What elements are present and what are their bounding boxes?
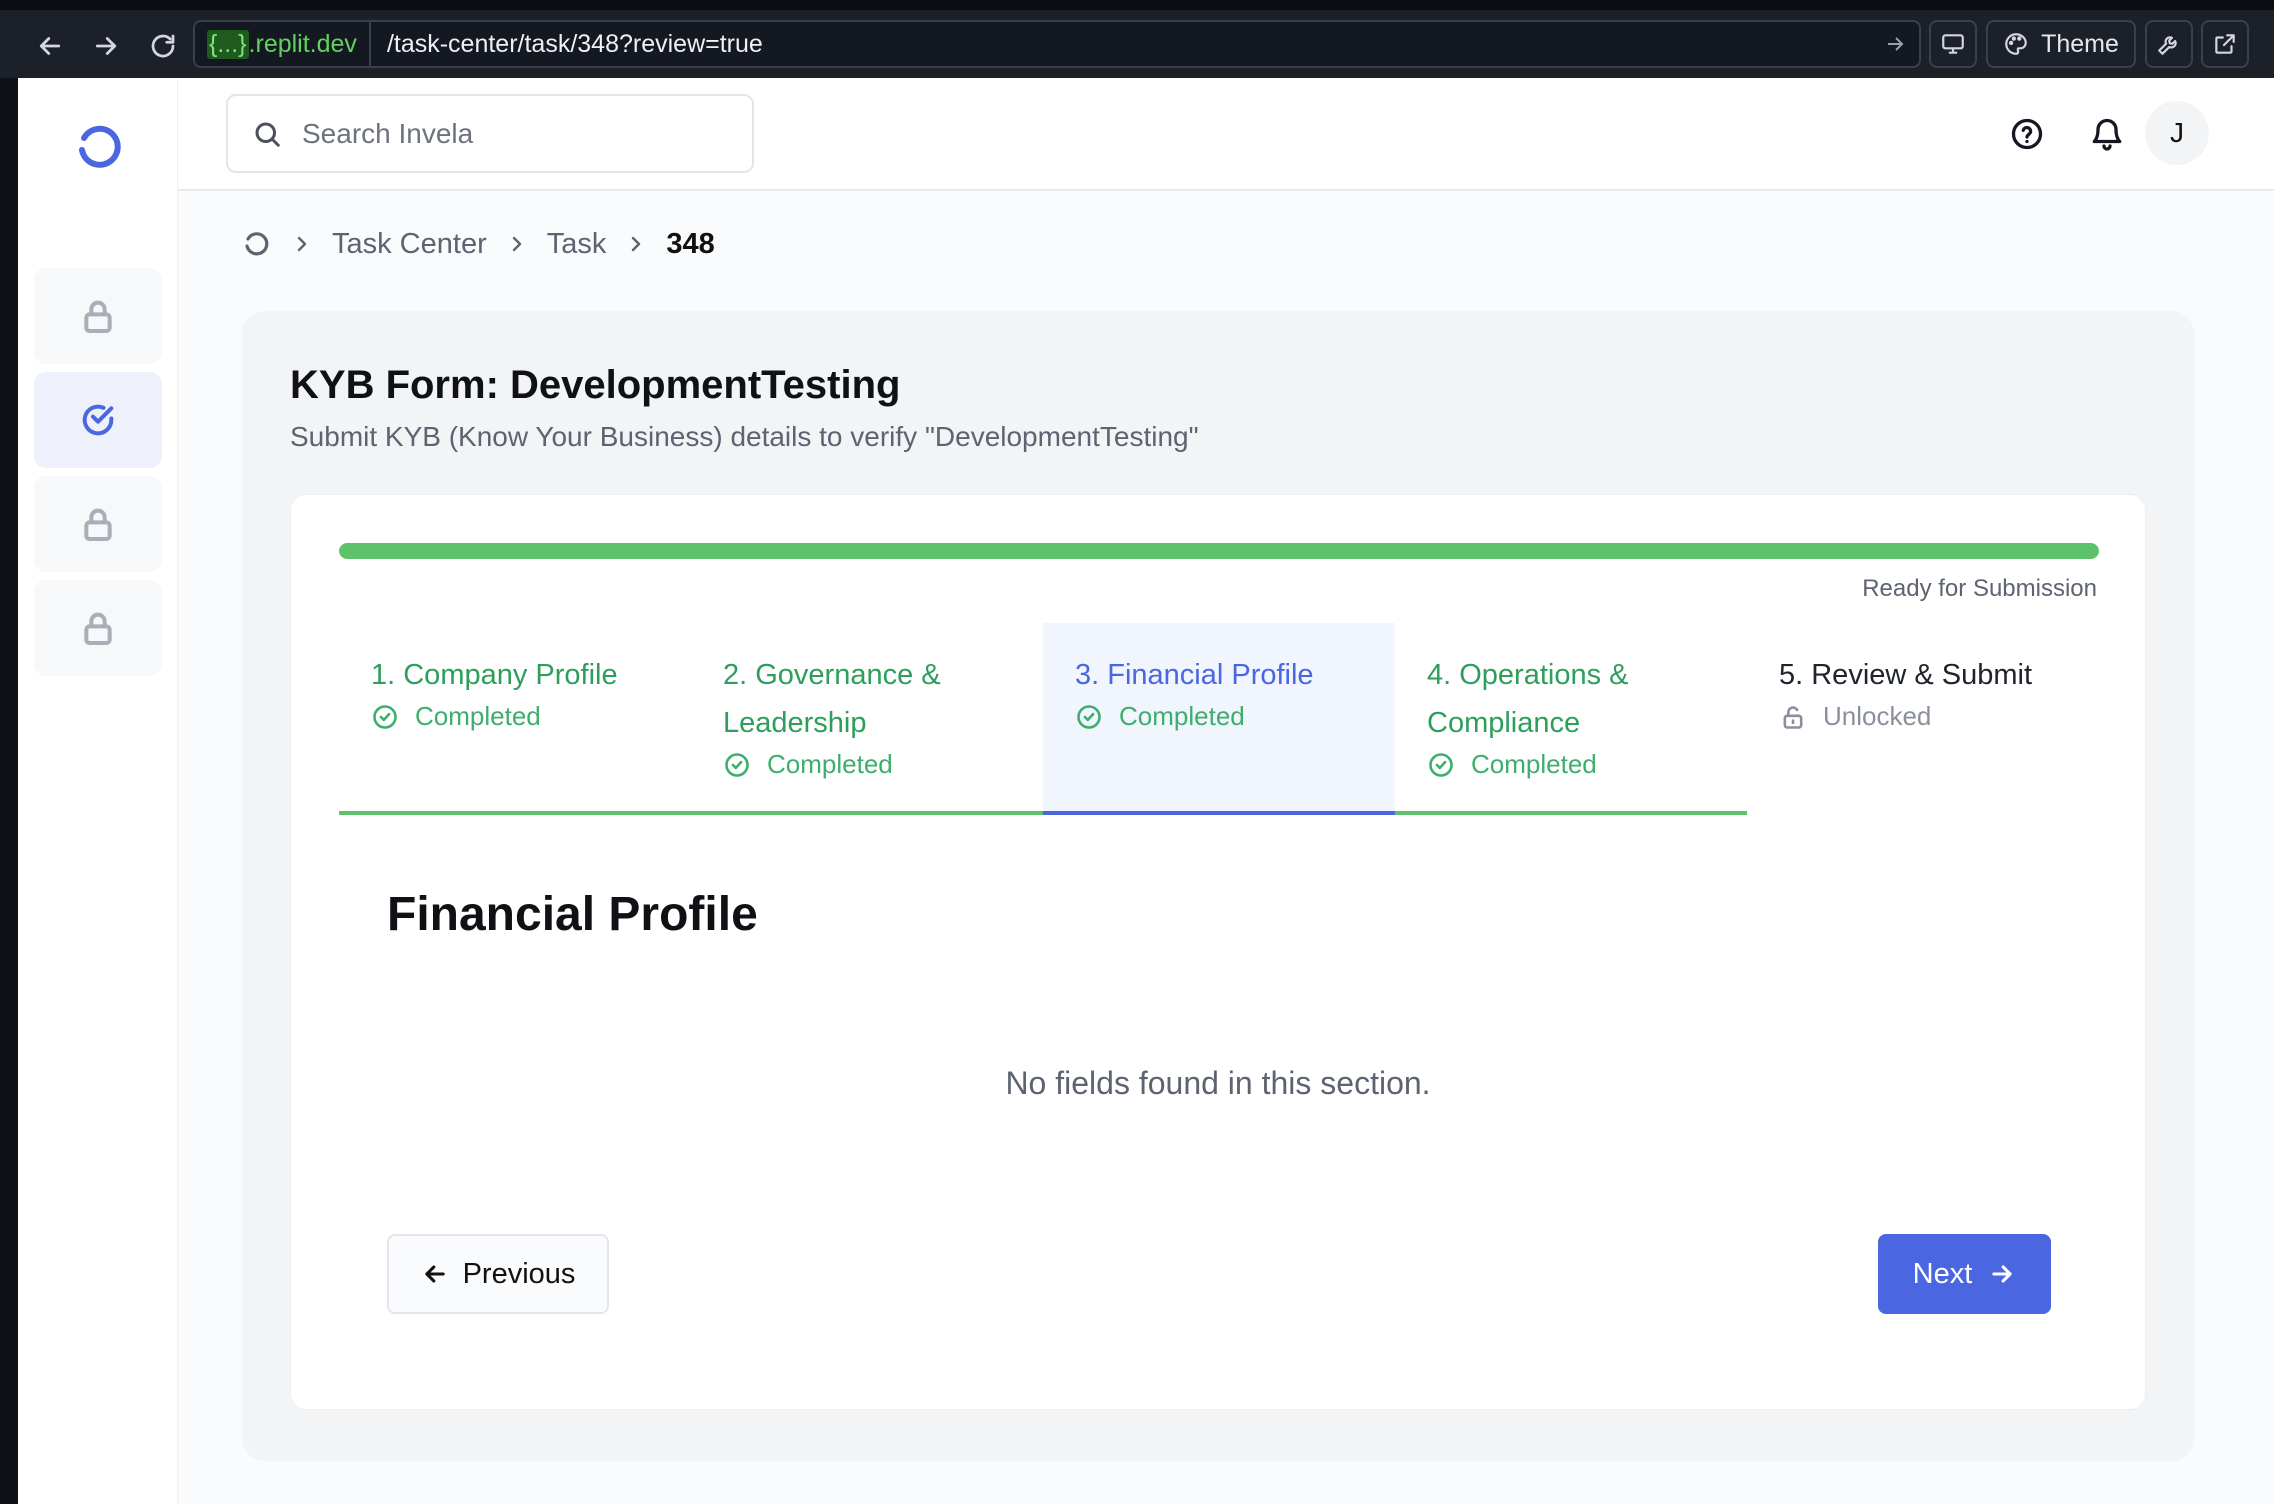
search-icon <box>255 122 280 147</box>
check-circle-icon <box>82 404 114 436</box>
section-title: Financial Profile <box>387 888 758 941</box>
search-input[interactable] <box>302 117 742 150</box>
sidebar-item-locked-2[interactable] <box>34 476 162 572</box>
step-status-label: Completed <box>1471 749 1597 779</box>
next-button[interactable]: Next <box>1878 1234 2051 1314</box>
device-preview-button[interactable] <box>1929 20 1977 68</box>
chevron-right-icon <box>512 236 521 252</box>
theme-button[interactable]: Theme <box>1986 20 2136 68</box>
breadcrumb: Task Center Task 348 <box>240 219 715 269</box>
sidebar <box>18 78 178 1504</box>
address-bar[interactable]: {...} .replit.dev /task-center/task/348?r… <box>193 20 1921 68</box>
step-title: 5. Review & Submit <box>1779 659 2033 691</box>
sidebar-item-locked-3[interactable] <box>34 580 162 676</box>
lock-icon <box>84 612 112 645</box>
next-label: Next <box>1912 1257 1973 1290</box>
top-bar: J <box>178 78 2274 191</box>
step-operations-compliance[interactable]: 4. Operations & Compliance Completed <box>1395 623 1747 815</box>
notifications-button[interactable] <box>2079 106 2135 162</box>
breadcrumb-task[interactable]: Task <box>547 228 607 261</box>
form-panel: KYB Form: DevelopmentTesting Submit KYB … <box>242 311 2194 1461</box>
browser-toolbar: {...} .replit.dev /task-center/task/348?r… <box>0 0 2274 78</box>
step-review-submit[interactable]: 5. Review & Submit Unlocked <box>1747 623 2099 815</box>
external-link-icon <box>2215 34 2235 54</box>
check-circle-icon <box>1429 752 1453 777</box>
palette-icon <box>2005 33 2027 55</box>
step-governance-leadership[interactable]: 2. Governance & Leadership Completed <box>691 623 1043 815</box>
page-title: KYB Form: DevelopmentTesting <box>290 363 901 407</box>
progress-fill <box>339 543 2099 559</box>
progress-status: Ready for Submission <box>1862 575 2097 602</box>
step-status: Completed <box>1075 701 1363 732</box>
invela-logo-icon[interactable] <box>70 116 130 176</box>
step-company-profile[interactable]: 1. Company Profile Completed <box>339 623 691 815</box>
url-domain-rest: .replit.dev <box>248 29 357 58</box>
previous-label: Previous <box>462 1257 576 1290</box>
step-financial-profile[interactable]: 3. Financial Profile Completed <box>1043 623 1395 815</box>
step-status-label: Unlocked <box>1823 701 1932 731</box>
sidebar-item-locked-1[interactable] <box>34 268 162 364</box>
unlock-icon <box>1783 705 1803 729</box>
arrow-left-icon <box>424 1265 445 1283</box>
help-icon <box>2011 118 2043 150</box>
app-window: J Task Center Task 348 KYB Form: Develop… <box>18 78 2274 1504</box>
user-avatar[interactable]: J <box>2145 101 2209 165</box>
arrow-right-icon <box>1888 37 1904 51</box>
step-title: 3. Financial Profile <box>1075 659 1314 691</box>
step-status: Completed <box>1427 749 1715 780</box>
bell-icon <box>2092 118 2122 151</box>
step-status-label: Completed <box>1119 701 1245 731</box>
url-domain: {...} .replit.dev <box>195 22 371 66</box>
step-status: Unlocked <box>1779 701 2067 732</box>
arrow-right-icon <box>1992 1265 2012 1283</box>
url-go-button[interactable] <box>1871 32 1919 56</box>
reload-icon <box>151 34 175 58</box>
theme-label: Theme <box>2041 29 2119 58</box>
empty-section-message: No fields found in this section. <box>1005 1065 1431 1101</box>
page-subtitle: Submit KYB (Know Your Business) details … <box>290 421 1199 452</box>
home-logo-icon[interactable] <box>240 228 272 260</box>
search-box[interactable] <box>226 94 754 173</box>
step-title: 2. Governance & Leadership <box>723 659 941 739</box>
step-status: Completed <box>371 701 659 732</box>
wrench-icon <box>2158 36 2177 55</box>
step-status-label: Completed <box>767 749 893 779</box>
arrow-left-icon <box>39 37 61 55</box>
chevron-right-icon <box>632 236 641 252</box>
devtools-button[interactable] <box>2145 20 2193 68</box>
main-content: Task Center Task 348 KYB Form: Developme… <box>178 191 2274 1504</box>
step-status: Completed <box>723 749 1011 780</box>
back-button[interactable] <box>28 24 72 68</box>
lock-icon <box>84 300 112 333</box>
reload-button[interactable] <box>141 24 185 68</box>
check-circle-icon <box>373 704 397 729</box>
url-path: /task-center/task/348?review=true <box>386 29 763 58</box>
breadcrumb-task-center[interactable]: Task Center <box>332 228 487 261</box>
url-domain-highlight: {...} <box>207 29 249 59</box>
step-title: 1. Company Profile <box>371 659 618 691</box>
chevron-right-icon <box>297 236 307 252</box>
step-status-label: Completed <box>415 701 541 731</box>
form-card: Ready for Submission 1. Company Profile … <box>290 494 2146 1410</box>
breadcrumb-current: 348 <box>666 227 715 260</box>
help-button[interactable] <box>1999 106 2055 162</box>
arrow-right-icon <box>95 37 117 55</box>
monitor-icon <box>1942 34 1964 54</box>
lock-icon <box>84 508 112 541</box>
step-tabs: 1. Company Profile Completed 2. Governan… <box>339 623 2099 815</box>
open-new-tab-button[interactable] <box>2201 20 2249 68</box>
forward-button[interactable] <box>84 24 128 68</box>
previous-button[interactable]: Previous <box>387 1234 609 1314</box>
sidebar-item-task-center[interactable] <box>34 372 162 468</box>
check-circle-icon <box>1077 704 1101 729</box>
check-circle-icon <box>725 752 749 777</box>
step-title: 4. Operations & Compliance <box>1427 659 1629 739</box>
progress-bar <box>339 543 2099 559</box>
